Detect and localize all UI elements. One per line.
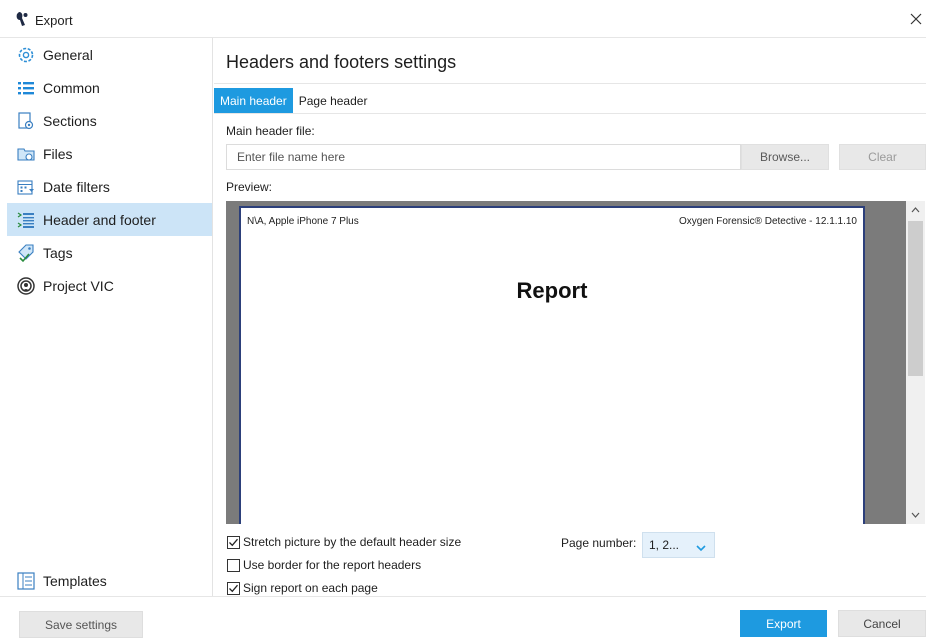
main-header-file-input[interactable] [226,144,741,170]
window-title: Export [35,13,73,28]
preview-page: N\A, Apple iPhone 7 Plus Oxygen Forensic… [239,206,865,524]
tab-main-header[interactable]: Main header [214,88,293,113]
sidebar-item-templates[interactable]: Templates [7,564,212,597]
page-number-label: Page number: [561,536,637,550]
sidebar-item-label: General [43,46,93,63]
project-vic-icon [15,275,37,297]
sign-report-checkbox[interactable] [227,581,240,595]
sidebar-item-label: Files [43,145,73,162]
chevron-down-icon [696,541,706,555]
oxygen-icon [13,11,29,27]
stretch-picture-option[interactable]: Stretch picture by the default header si… [227,535,461,549]
sidebar-item-tags[interactable]: Tags [7,236,212,269]
preview-header-right: Oxygen Forensic® Detective - 12.1.1.10 [678,216,857,227]
gear-icon [15,44,37,66]
sidebar-item-label: Tags [43,244,73,261]
cancel-button[interactable]: Cancel [838,610,926,637]
divider [214,113,926,114]
tab-bar: Main header Page header [214,88,373,113]
stretch-picture-label: Stretch picture by the default header si… [243,535,462,549]
tab-page-header[interactable]: Page header [293,88,374,113]
clear-button[interactable]: Clear [839,144,926,170]
sidebar-item-project-vic[interactable]: Project VIC [7,269,212,302]
sidebar-item-common[interactable]: Common [7,71,212,104]
scroll-down-icon[interactable] [906,506,925,524]
sidebar-item-label: Date filters [43,178,110,195]
page-number-select[interactable]: 1, 2... [642,532,715,558]
main-header-file-label: Main header file: [226,124,315,138]
sections-icon [15,110,37,132]
use-border-checkbox[interactable] [227,558,240,572]
preview-report-title: Report [516,278,588,303]
page-number-value: 1, 2... [649,538,680,552]
calendar-icon [15,176,37,198]
page-title: Headers and footers settings [226,52,457,72]
sidebar-item-label: Templates [43,572,107,589]
sign-report-label: Sign report on each page [243,581,378,595]
save-settings-button[interactable]: Save settings [19,611,143,638]
title-bar: Export [0,0,926,38]
preview-scrollbar[interactable] [906,201,925,524]
sign-report-option[interactable]: Sign report on each page [227,581,378,595]
dialog-footer: Save settings Export Cancel [0,596,926,642]
sidebar-item-date-filters[interactable]: Date filters [7,170,212,203]
files-icon [15,143,37,165]
preview-area: N\A, Apple iPhone 7 Plus Oxygen Forensic… [226,201,906,524]
sidebar-item-files[interactable]: Files [7,137,212,170]
sidebar-item-general[interactable]: General [7,38,212,71]
browse-button[interactable]: Browse... [741,144,829,170]
sidebar-item-label: Common [43,79,100,96]
use-border-option[interactable]: Use border for the report headers [227,558,421,572]
divider [214,83,926,84]
sidebar-item-sections[interactable]: Sections [7,104,212,137]
preview-header-left: N\A, Apple iPhone 7 Plus [247,216,359,227]
sidebar-item-label: Sections [43,112,97,129]
sidebar-item-header-and-footer[interactable]: Header and footer [7,203,212,236]
close-icon[interactable] [906,4,926,34]
export-button[interactable]: Export [740,610,827,637]
settings-panel: Headers and footers settings Main header… [214,38,926,596]
header-footer-icon [15,209,37,231]
templates-icon [15,570,37,592]
scroll-up-icon[interactable] [906,201,925,219]
sidebar: General Common Sections Files Date filte… [0,38,213,596]
sidebar-item-label: Header and footer [43,211,156,228]
tag-icon [15,242,37,264]
list-icon [15,77,37,99]
use-border-label: Use border for the report headers [243,558,422,572]
scroll-thumb[interactable] [908,221,923,376]
sidebar-item-label: Project VIC [43,277,114,294]
preview-label: Preview: [226,180,273,194]
stretch-picture-checkbox[interactable] [227,535,240,549]
